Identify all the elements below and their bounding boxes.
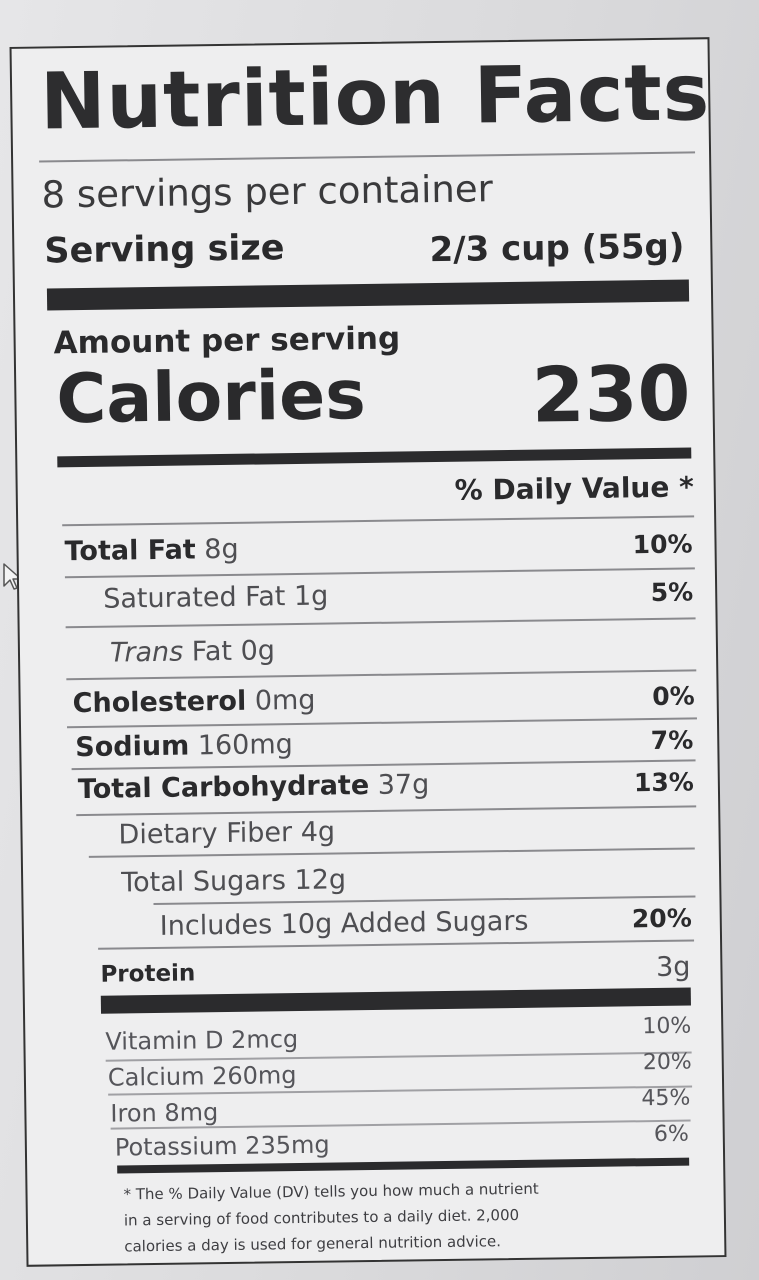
nutrient-dv: 10% (632, 529, 693, 560)
vitamin-dv: 45% (641, 1085, 691, 1112)
nutrient-dv: 7% (650, 725, 694, 756)
nutrient-name: Total Sugars (120, 865, 287, 899)
label-title: Nutrition Facts (39, 48, 711, 148)
nutrient-amount: 8g (204, 533, 239, 566)
daily-value-header: % Daily Value * (454, 470, 694, 507)
nutrient-name: Total Carbohydrate (77, 769, 370, 806)
vitamin-dv: 6% (653, 1121, 689, 1148)
nutrient-name: Sodium (75, 730, 190, 764)
calories-label: Calories (55, 356, 367, 440)
nutrient-row-total-carbohydrate: Total Carbohydrate 37g (77, 769, 430, 806)
nutrient-amount: Fat 0g (191, 635, 276, 668)
protein-amount: 3g (655, 951, 691, 984)
nutrient-row-saturated-fat: Saturated Fat 1g (103, 580, 329, 615)
amount-per-serving: Amount per serving (53, 320, 401, 362)
nutrient-amount: 1g (293, 580, 329, 613)
thick-divider-vitamins (100, 987, 691, 1014)
divider (66, 669, 697, 681)
nutrient-row-trans-fat: Trans Fat 0g (109, 635, 276, 669)
nutrient-dv: 5% (650, 577, 694, 608)
divider (64, 567, 695, 579)
nutrient-amount: 4g (300, 816, 336, 848)
nutrient-row-sodium: Sodium 160mg (75, 729, 294, 764)
serving-size-value: 2/3 cup (55g) (429, 226, 685, 271)
divider (62, 515, 695, 527)
footnote-line: calories a day is used for general nutri… (124, 1232, 502, 1256)
nutrient-row-protein: Protein (100, 960, 196, 988)
divider (67, 717, 697, 729)
nutrient-row-total-sugars: Total Sugars 12g (120, 864, 347, 899)
nutrient-amount: 0mg (254, 684, 316, 717)
footnote-line: * The % Daily Value (DV) tells you how m… (123, 1179, 539, 1204)
vitamin-row-iron: Iron 8mg (110, 1098, 219, 1128)
nutrient-dv: 0% (651, 681, 695, 712)
vitamin-row-calcium: Calcium 260mg (107, 1061, 297, 1092)
medium-divider (57, 447, 692, 468)
nutrient-name: Dietary Fiber (118, 817, 293, 851)
nutrient-row-total-fat: Total Fat 8g (64, 533, 239, 568)
nutrient-name: Cholesterol (72, 685, 247, 720)
nutrient-row-added-sugars: Includes 10g Added Sugars (159, 905, 529, 942)
footnote-line: in a serving of food contributes to a da… (123, 1205, 520, 1230)
vitamin-row-potassium: Potassium 235mg (114, 1130, 330, 1162)
nutrient-amount: 37g (377, 769, 430, 801)
thick-divider-top (46, 279, 690, 311)
nutrient-dv: 13% (633, 767, 695, 798)
nutrition-facts-label: Nutrition Facts 8 servings per container… (9, 37, 727, 1267)
nutrient-row-dietary-fiber: Dietary Fiber 4g (118, 816, 336, 851)
nutrient-name: Total Fat (64, 534, 196, 568)
vitamin-dv: 10% (642, 1013, 692, 1040)
vitamin-dv: 20% (642, 1049, 692, 1076)
nutrient-amount: 12g (294, 864, 347, 897)
nutrient-dv: 20% (631, 903, 692, 934)
vitamin-row-vitamin-d: Vitamin D 2mcg (105, 1025, 299, 1056)
nutrient-name: Trans (109, 636, 184, 669)
serving-size-label: Serving size (44, 228, 285, 272)
divider (76, 805, 697, 817)
calories-value: 230 (531, 348, 692, 440)
divider (39, 151, 696, 163)
nutrient-name: Saturated Fat (103, 581, 286, 615)
nutrient-row-cholesterol: Cholesterol 0mg (72, 684, 316, 720)
servings-per-container: 8 servings per container (41, 167, 494, 217)
nutrient-amount: 160mg (197, 729, 294, 762)
divider (65, 617, 696, 629)
